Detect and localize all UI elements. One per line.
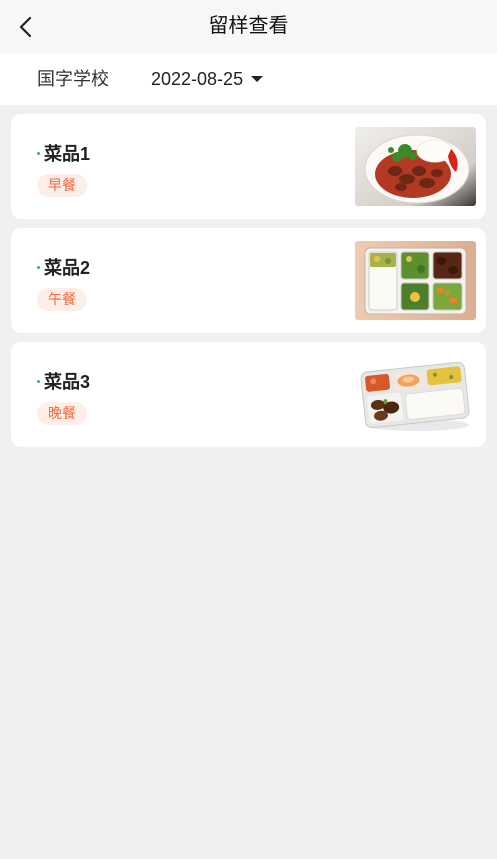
date-value: 2022-08-25	[151, 68, 244, 89]
meal-tray-image	[355, 355, 476, 434]
dish-title: 菜品2	[37, 255, 90, 279]
meat-compartment	[432, 251, 463, 280]
caret-down-icon	[251, 76, 264, 82]
filter-bar: 国字学校 2022-08-25	[0, 53, 497, 105]
dish-name: 菜品3	[44, 372, 91, 392]
kimchi	[365, 373, 390, 392]
white-rice	[404, 387, 466, 421]
egg-soup	[392, 370, 425, 391]
dish-list: 菜品1 早餐 菜品2 午餐 菜品3 晚餐	[11, 114, 486, 456]
meal-tag: 晚餐	[37, 402, 87, 425]
dish-photo	[355, 355, 476, 434]
meal-tag: 早餐	[37, 174, 87, 197]
dish-card[interactable]: 菜品2 午餐	[11, 228, 486, 333]
dish-photo	[355, 241, 476, 320]
chevron-left-icon	[19, 16, 32, 38]
meal-tray	[360, 361, 470, 429]
meal-tag: 午餐	[37, 288, 87, 311]
page-title: 留样查看	[208, 15, 289, 37]
mixed-vegetable-compartment	[432, 282, 463, 311]
bullet-dot-icon	[37, 265, 40, 269]
top-nav-bar: 留样查看	[0, 0, 497, 53]
bullet-dot-icon	[37, 151, 40, 155]
dish-photo	[355, 127, 476, 206]
plated-dish-image	[355, 127, 476, 206]
vegetable-compartment-bottom	[400, 282, 430, 311]
dish-card[interactable]: 菜品3 晚餐	[11, 342, 486, 447]
braised-meat	[367, 392, 404, 424]
vegetable-compartment-top	[400, 251, 430, 280]
bento-box-image	[355, 241, 476, 320]
school-name: 国字学校	[37, 69, 109, 89]
rice-compartment	[368, 251, 398, 311]
rice	[416, 139, 454, 163]
bullet-dot-icon	[37, 379, 40, 383]
dish-title: 菜品1	[37, 141, 90, 165]
back-button[interactable]	[12, 11, 40, 43]
date-picker[interactable]: 2022-08-25	[151, 53, 264, 105]
dish-card[interactable]: 菜品1 早餐	[11, 114, 486, 219]
dish-title: 菜品3	[37, 369, 90, 393]
dish-name: 菜品1	[44, 144, 91, 164]
dish-name: 菜品2	[44, 258, 91, 278]
